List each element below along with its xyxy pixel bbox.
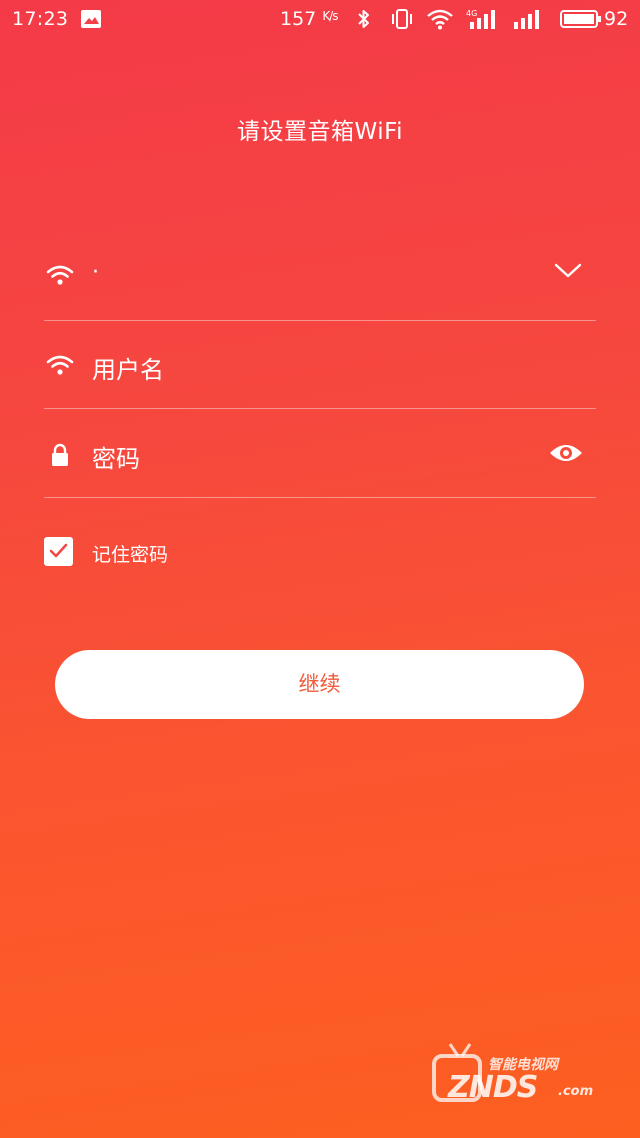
watermark-main-text: ZNDS xyxy=(448,1070,538,1105)
eye-icon[interactable] xyxy=(548,441,584,465)
remember-checkbox[interactable] xyxy=(44,537,73,566)
battery-icon xyxy=(560,10,601,28)
username-placeholder: 用户名 xyxy=(92,356,164,384)
cellular-signal-2-icon xyxy=(514,10,539,29)
chevron-down-icon[interactable] xyxy=(554,262,582,280)
remember-password-toggle[interactable]: 记住密码 xyxy=(44,537,244,567)
wifi-ssid-dropdown[interactable]: · xyxy=(44,232,596,321)
cellular-signal-icon: 4G xyxy=(466,9,495,29)
network-type-label: 4G xyxy=(466,9,477,18)
status-bar: 17:23 157 K/s 4G 92 xyxy=(0,0,640,40)
wifi-icon xyxy=(46,355,74,375)
wifi-signal-icon xyxy=(427,9,453,30)
bluetooth-icon xyxy=(358,10,369,28)
status-time: 17:23 xyxy=(12,8,69,30)
status-speed: 157 K/s xyxy=(280,8,338,30)
remember-password-label: 记住密码 xyxy=(92,544,169,566)
wifi-icon xyxy=(46,265,74,285)
image-notification-icon xyxy=(81,10,101,28)
page-title: 请设置音箱WiFi xyxy=(236,119,404,145)
watermark-suffix: .com xyxy=(558,1084,594,1099)
znds-watermark: 智能电视网 ZNDS .com xyxy=(428,1040,608,1110)
vibrate-icon xyxy=(392,9,412,29)
battery-level: 92 xyxy=(604,8,629,30)
password-placeholder: 密码 xyxy=(92,445,140,473)
username-field[interactable]: 用户名 xyxy=(44,320,596,409)
password-field[interactable]: 密码 xyxy=(44,409,596,498)
lock-icon xyxy=(52,443,68,466)
wifi-ssid-value: · xyxy=(92,260,99,285)
continue-button[interactable]: 继续 xyxy=(55,650,584,719)
checkmark-icon xyxy=(49,543,68,558)
